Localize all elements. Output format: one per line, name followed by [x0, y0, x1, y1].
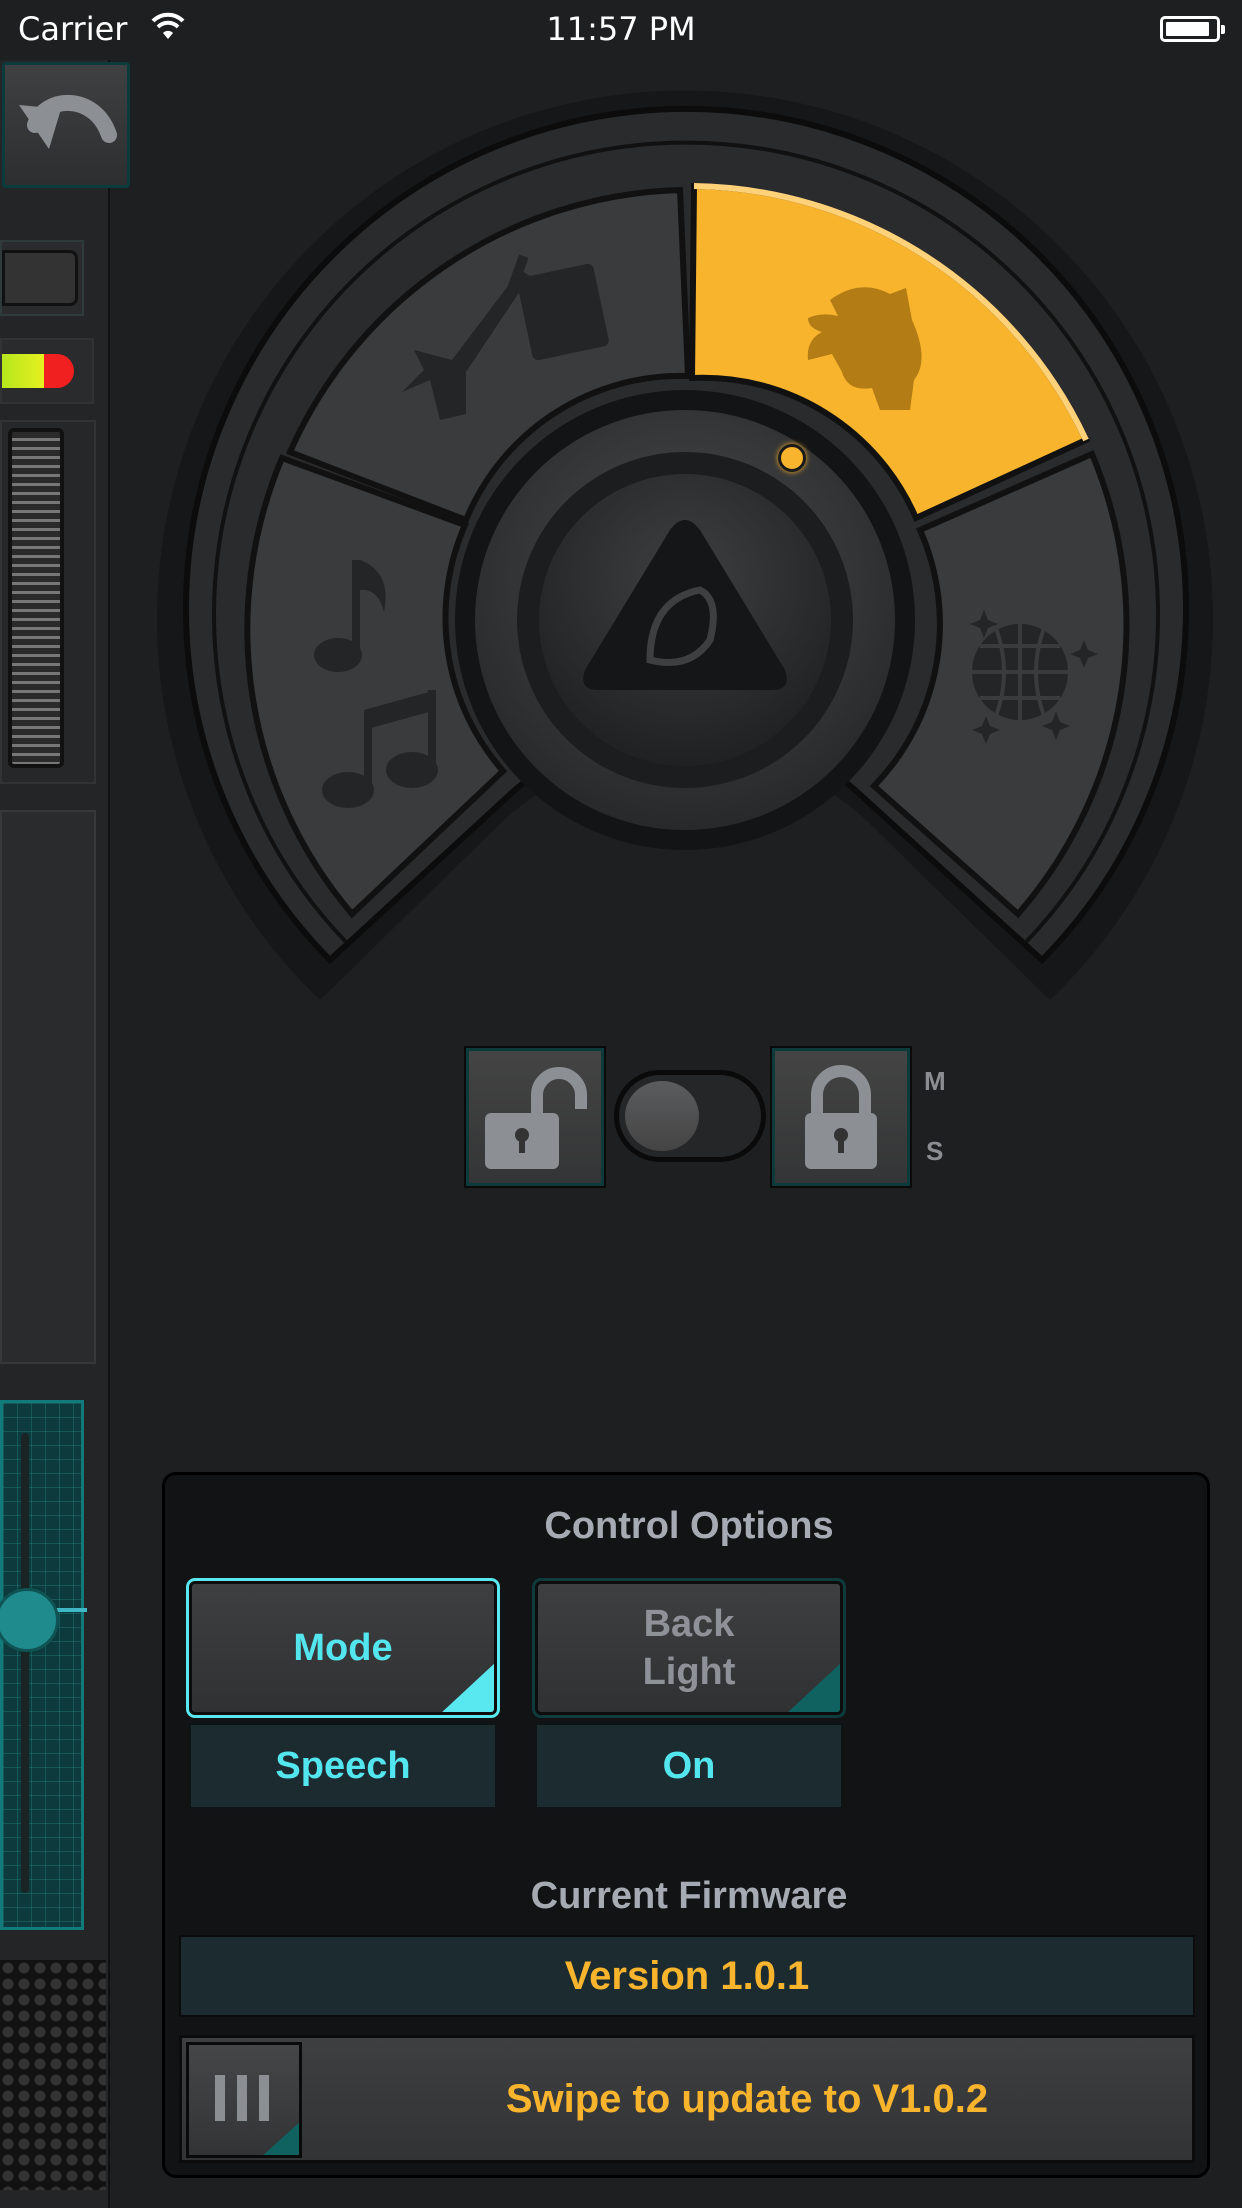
backlight-button[interactable]: Back Light — [532, 1578, 846, 1718]
backlight-button-label: Back Light — [643, 1600, 736, 1696]
firmware-title: Current Firmware — [530, 1875, 848, 1917]
button-corner-indicator — [786, 1662, 840, 1712]
mode-button-label: Mode — [293, 1627, 393, 1669]
firmware-version: Version 1.0.1 — [179, 1935, 1195, 2017]
grip-icon — [259, 2075, 269, 2121]
locked-icon — [805, 1065, 877, 1169]
master-label: M — [924, 1066, 946, 1096]
control-options-panel: Control Options Mode Speech Back Light O… — [162, 1472, 1210, 2178]
xy-pad-knob[interactable] — [0, 1588, 59, 1652]
grip-icon — [215, 2075, 225, 2121]
slave-label: S — [926, 1136, 944, 1166]
backlight-label-line1: Back — [643, 1603, 735, 1645]
handle-corner-indicator — [261, 2121, 299, 2155]
active-mode-indicator — [778, 444, 806, 472]
swipe-to-update-slider[interactable]: Swipe to update to V1.0.2 — [179, 2035, 1195, 2163]
control-options-title: Control Options — [544, 1505, 834, 1547]
mode-button[interactable]: Mode — [186, 1578, 500, 1718]
xy-pad[interactable] — [0, 1400, 87, 1930]
unlocked-icon — [485, 1067, 587, 1169]
backlight-value: On — [535, 1723, 843, 1809]
swipe-handle[interactable] — [186, 2042, 302, 2158]
button-corner-indicator — [440, 1662, 494, 1712]
lock-toggle-switch[interactable] — [614, 1070, 766, 1162]
speaker-grille — [0, 1960, 106, 2190]
backlight-label-line2: Light — [642, 1651, 736, 1693]
mode-selector-wheel — [157, 90, 1213, 1000]
grip-icon — [237, 2075, 247, 2121]
unlock-button[interactable] — [464, 1046, 606, 1188]
swipe-label: Swipe to update to V1.0.2 — [505, 2077, 989, 2121]
lock-button[interactable] — [770, 1046, 912, 1188]
mode-value: Speech — [189, 1723, 497, 1809]
